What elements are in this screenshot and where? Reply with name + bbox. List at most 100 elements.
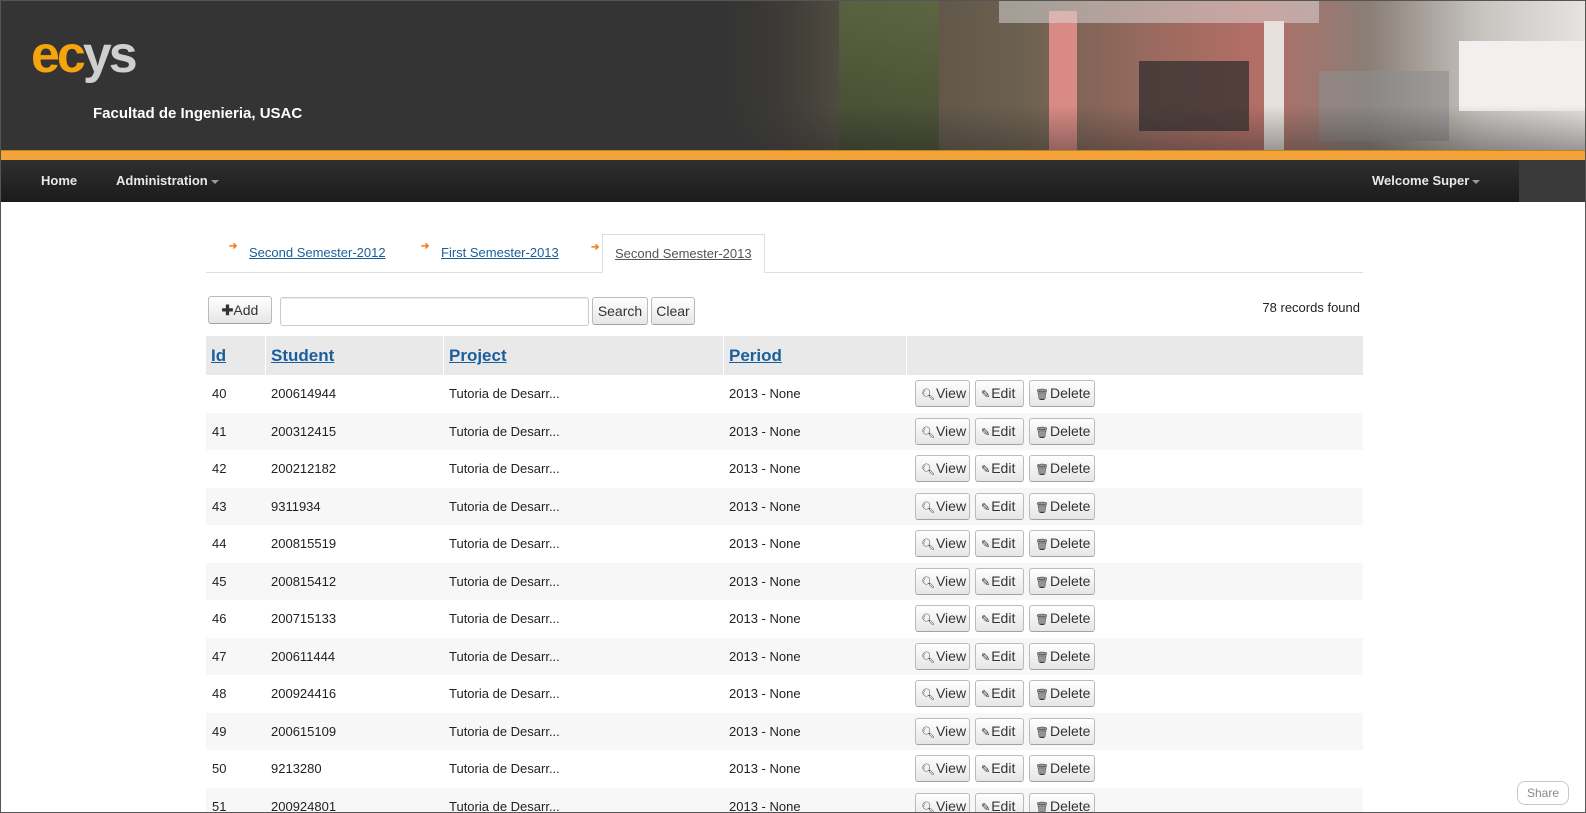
delete-button[interactable]: 🗑︎Delete: [1029, 567, 1095, 595]
delete-button[interactable]: 🗑︎Delete: [1029, 755, 1095, 782]
view-button[interactable]: 🔍︎View: [915, 605, 970, 632]
trash-icon: 🗑︎: [1035, 576, 1049, 589]
nav-home[interactable]: Home: [41, 160, 77, 202]
view-button[interactable]: 🔍︎View: [915, 417, 970, 445]
trash-icon: 🗑︎: [1035, 464, 1049, 476]
edit-button[interactable]: ✎Edit: [975, 680, 1024, 707]
sort-link-period[interactable]: Period: [729, 346, 782, 365]
delete-button[interactable]: 🗑︎Delete: [1029, 417, 1095, 445]
cell-period: 2013 - None: [729, 798, 801, 813]
edit-button-label: Edit: [991, 760, 1016, 776]
sort-link-student[interactable]: Student: [271, 346, 334, 365]
cell-student: 9311934: [271, 498, 321, 514]
zoom-icon: 🔍︎: [921, 689, 935, 701]
column-header-actions: [907, 336, 1363, 375]
records-count: 78 records found: [1262, 300, 1360, 315]
column-header-project[interactable]: Project: [444, 336, 724, 375]
table-row: 42 200212182 Tutoria de Desarr... 2013 - No…: [206, 450, 1363, 488]
delete-button[interactable]: 🗑︎Delete: [1029, 642, 1095, 670]
view-button[interactable]: 🔍︎View: [915, 380, 970, 407]
tab-label[interactable]: Second Semester-2012: [249, 245, 386, 260]
cell-project: Tutoria de Desarr...: [449, 498, 560, 514]
trash-icon: 🗑︎: [1035, 389, 1049, 401]
delete-button-label: Delete: [1049, 460, 1091, 476]
delete-button[interactable]: 🗑︎Delete: [1029, 792, 1095, 813]
edit-button[interactable]: ✎Edit: [975, 755, 1024, 782]
edit-button[interactable]: ✎Edit: [975, 492, 1024, 520]
edit-button[interactable]: ✎Edit: [975, 530, 1024, 557]
edit-button[interactable]: ✎Edit: [975, 567, 1024, 595]
clear-button[interactable]: Clear: [651, 297, 695, 325]
edit-button[interactable]: ✎Edit: [975, 717, 1024, 745]
view-button[interactable]: 🔍︎View: [915, 792, 970, 813]
delete-button-label: Delete: [1049, 685, 1091, 701]
edit-button-label: Edit: [991, 535, 1016, 551]
delete-button[interactable]: 🗑︎Delete: [1029, 380, 1095, 407]
cell-id: 47: [212, 648, 227, 664]
tab-first-semester-2013[interactable]: ➔ First Semester-2013: [421, 234, 559, 271]
edit-button[interactable]: ✎Edit: [975, 380, 1024, 407]
add-button[interactable]: ✚Add: [208, 296, 272, 324]
column-header-student[interactable]: Student: [266, 336, 444, 375]
view-button[interactable]: 🔍︎View: [915, 717, 970, 745]
tab-label[interactable]: First Semester-2013: [441, 245, 559, 260]
search-button[interactable]: Search: [592, 297, 648, 325]
edit-button[interactable]: ✎Edit: [975, 642, 1024, 670]
view-button[interactable]: 🔍︎View: [915, 492, 970, 520]
delete-button-label: Delete: [1049, 535, 1091, 551]
sort-link-project[interactable]: Project: [449, 346, 507, 365]
view-button[interactable]: 🔍︎View: [915, 567, 970, 595]
column-header-period[interactable]: Period: [724, 336, 907, 375]
delete-button[interactable]: 🗑︎Delete: [1029, 605, 1095, 632]
nav-user-menu[interactable]: Welcome Super: [1372, 160, 1481, 202]
view-button[interactable]: 🔍︎View: [915, 680, 970, 707]
nav-administration[interactable]: Administration: [116, 160, 219, 202]
table-row: 44 200815519 Tutoria de Desarr... 2013 - No…: [206, 525, 1363, 563]
edit-button[interactable]: ✎Edit: [975, 417, 1024, 445]
column-header-id[interactable]: Id: [206, 336, 266, 375]
edit-button[interactable]: ✎Edit: [975, 605, 1024, 632]
view-button[interactable]: 🔍︎View: [915, 455, 970, 482]
view-button-label: View: [935, 685, 967, 701]
table-row: 49 200615109 Tutoria de Desarr... 2013 - No…: [206, 712, 1363, 750]
cell-student: 200924801: [271, 798, 337, 813]
trash-icon: 🗑︎: [1035, 614, 1049, 626]
view-button-label: View: [935, 797, 967, 813]
search-input[interactable]: [280, 297, 589, 326]
trash-icon: 🗑︎: [1035, 726, 1049, 739]
cell-student: 200815412: [271, 573, 337, 589]
tab-label[interactable]: Second Semester-2013: [615, 246, 752, 261]
tab-second-semester-2012[interactable]: ➔ Second Semester-2012: [229, 234, 386, 271]
view-button-label: View: [935, 647, 967, 664]
delete-button[interactable]: 🗑︎Delete: [1029, 455, 1095, 482]
view-button[interactable]: 🔍︎View: [915, 642, 970, 670]
edit-button[interactable]: ✎Edit: [975, 455, 1024, 482]
table-row: 40 200614944 Tutoria de Desarr... 2013 - No…: [206, 375, 1363, 413]
view-button[interactable]: 🔍︎View: [915, 755, 970, 782]
cell-period: 2013 - None: [729, 611, 801, 626]
share-button[interactable]: Share: [1517, 781, 1569, 805]
cell-project: Tutoria de Desarr...: [449, 648, 560, 664]
logo-text-ys: ys: [82, 26, 138, 84]
trash-icon: 🗑︎: [1035, 426, 1049, 439]
cell-project: Tutoria de Desarr...: [449, 461, 560, 476]
trash-icon: 🗑︎: [1035, 801, 1049, 813]
sort-link-id[interactable]: Id: [211, 346, 226, 365]
delete-button-label: Delete: [1049, 760, 1091, 776]
pencil-icon: ✎: [981, 726, 991, 739]
view-button[interactable]: 🔍︎View: [915, 530, 970, 557]
table-row: 43 9311934 Tutoria de Desarr... 2013 - None…: [206, 487, 1363, 525]
pencil-icon: ✎: [981, 614, 991, 626]
delete-button[interactable]: 🗑︎Delete: [1029, 717, 1095, 745]
cell-id: 42: [212, 461, 227, 476]
edit-button-label: Edit: [991, 722, 1016, 739]
delete-button[interactable]: 🗑︎Delete: [1029, 530, 1095, 557]
delete-button[interactable]: 🗑︎Delete: [1029, 492, 1095, 520]
tab-second-semester-2013[interactable]: ➔ Second Semester-2013: [591, 234, 765, 273]
pencil-icon: ✎: [981, 464, 991, 476]
delete-button[interactable]: 🗑︎Delete: [1029, 680, 1095, 707]
cell-period: 2013 - None: [729, 423, 801, 439]
table-row: 47 200611444 Tutoria de Desarr... 2013 - No…: [206, 637, 1363, 675]
edit-button[interactable]: ✎Edit: [975, 792, 1024, 812]
cell-period: 2013 - None: [729, 761, 801, 776]
